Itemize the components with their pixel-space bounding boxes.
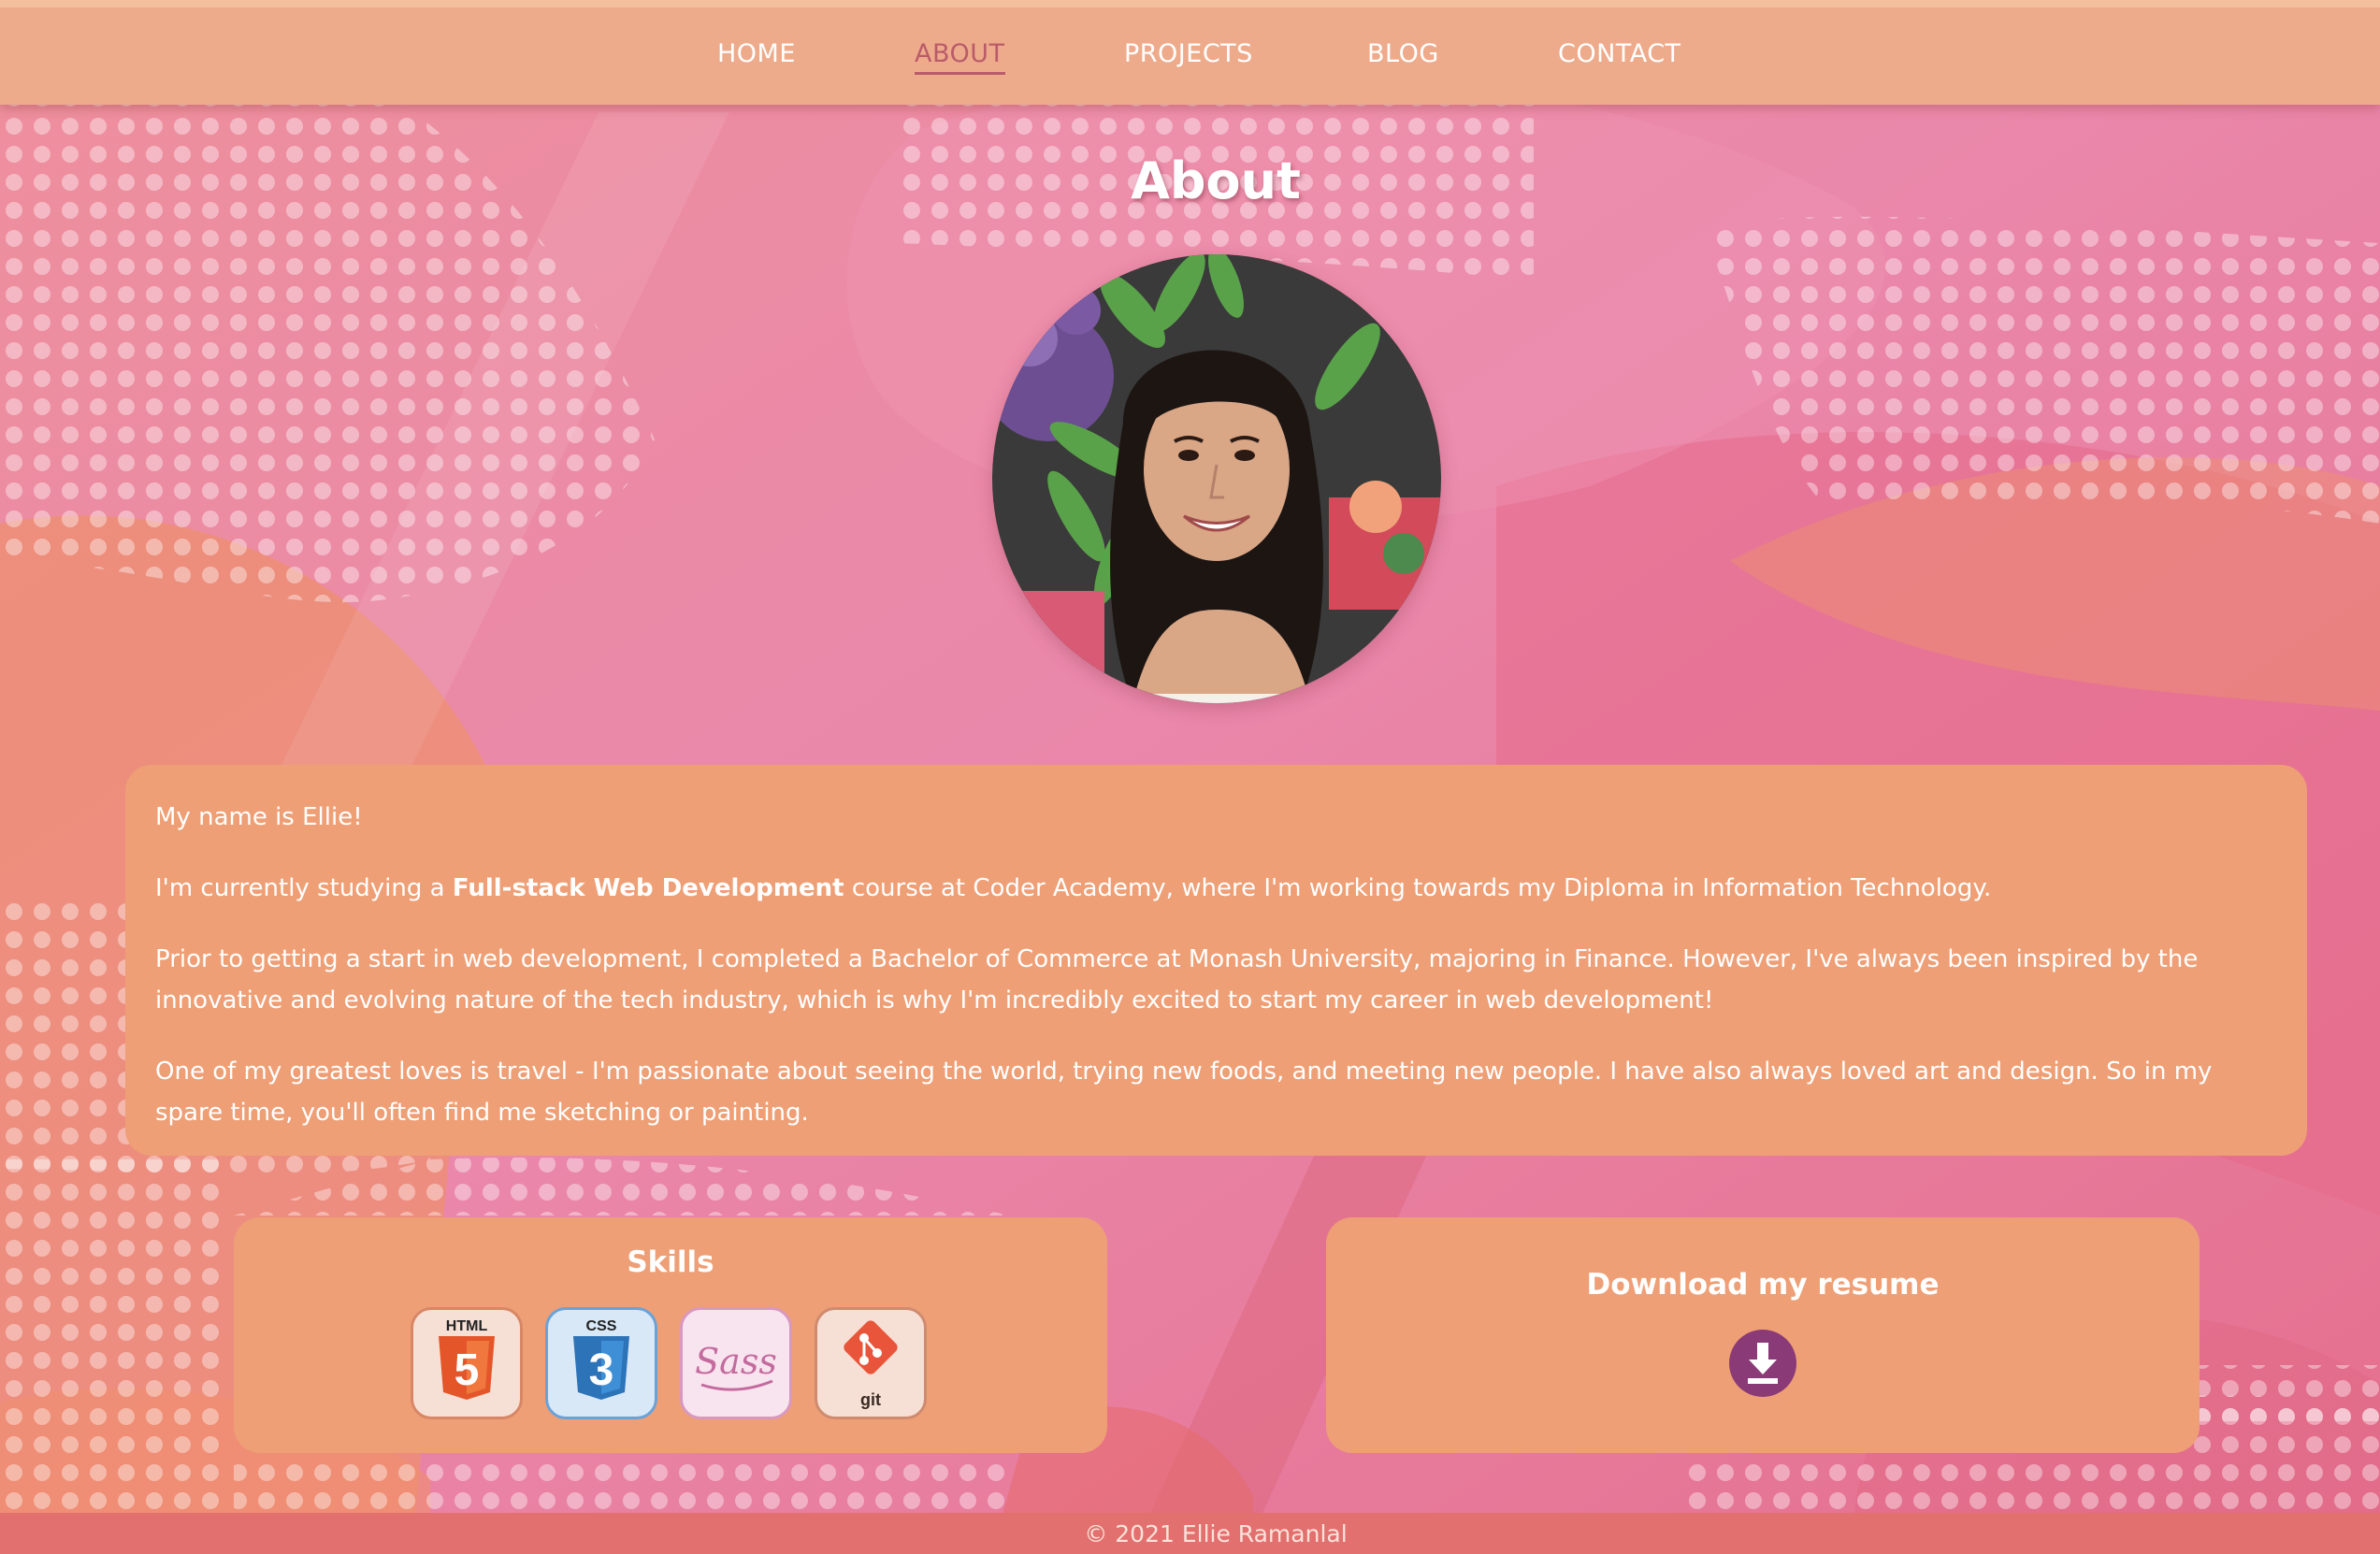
- css3-label: CSS: [586, 1318, 617, 1334]
- svg-text:3: 3: [589, 1345, 614, 1395]
- about-study-suffix: course at Coder Academy, where I'm worki…: [844, 874, 1992, 902]
- git-icon: git: [815, 1307, 927, 1419]
- about-intro: My name is Ellie!: [155, 803, 363, 831]
- resume-card: Download my resume: [1326, 1217, 2200, 1453]
- nav-item-home[interactable]: HOME: [717, 39, 796, 68]
- html5-label: HTML: [446, 1318, 488, 1334]
- top-navigation: HOME ABOUT PROJECTS BLOG CONTACT: [0, 0, 2380, 105]
- css3-icon: CSS 3: [545, 1307, 657, 1419]
- nav-item-about[interactable]: ABOUT: [915, 39, 1005, 75]
- nav-item-projects[interactable]: PROJECTS: [1124, 39, 1253, 68]
- sass-label: Sass: [695, 1341, 777, 1382]
- about-study-paragraph: I'm currently studying a Full-stack Web …: [155, 868, 2277, 909]
- html5-icon: HTML 5: [411, 1307, 523, 1419]
- resume-title: Download my resume: [1586, 1268, 1940, 1302]
- footer: © 2021 Ellie Ramanlal: [0, 1513, 2380, 1554]
- svg-text:5: 5: [454, 1345, 480, 1395]
- download-icon: [1748, 1343, 1778, 1384]
- footer-copyright: © 2021 Ellie Ramanlal: [1084, 1520, 1348, 1547]
- about-study-prefix: I'm currently studying a: [155, 874, 453, 902]
- about-background-paragraph: Prior to getting a start in web developm…: [155, 945, 2199, 1014]
- page-title: About: [1131, 151, 1301, 210]
- nav-item-contact[interactable]: CONTACT: [1558, 39, 1681, 68]
- skills-card: Skills HTML 5 CSS 3 Sass git: [234, 1217, 1107, 1453]
- skills-title: Skills: [627, 1245, 714, 1279]
- sass-icon: Sass: [680, 1307, 792, 1419]
- download-resume-button[interactable]: [1729, 1330, 1796, 1397]
- profile-photo: [992, 254, 1441, 703]
- about-interests-paragraph: One of my greatest loves is travel - I'm…: [155, 1058, 2213, 1127]
- git-label: git: [860, 1390, 881, 1409]
- about-study-course: Full-stack Web Development: [452, 874, 844, 902]
- about-card: My name is Ellie! I'm currently studying…: [125, 765, 2307, 1156]
- nav-item-blog[interactable]: BLOG: [1367, 39, 1439, 68]
